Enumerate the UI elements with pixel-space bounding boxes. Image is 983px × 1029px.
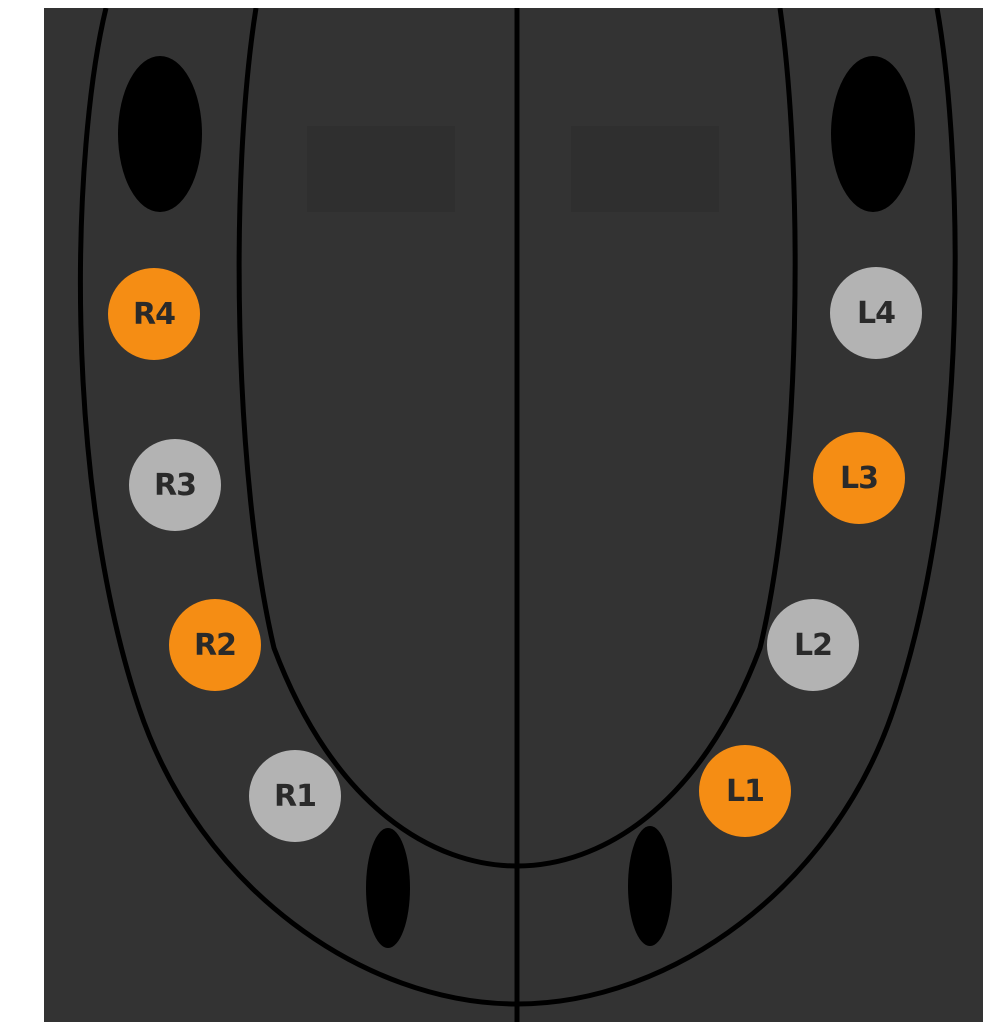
left-rear-oval xyxy=(831,56,915,212)
sensor-r1[interactable]: R1 xyxy=(249,750,341,842)
sensor-l2[interactable]: L2 xyxy=(767,599,859,691)
right-zone-label xyxy=(307,126,455,212)
right-rear-oval xyxy=(118,56,202,212)
sensor-r3[interactable]: R3 xyxy=(129,439,221,531)
sensor-l3[interactable]: L3 xyxy=(813,432,905,524)
sensor-l1[interactable]: L1 xyxy=(699,745,791,837)
sensor-l4[interactable]: L4 xyxy=(830,267,922,359)
arch-map-panel: R4 R3 R2 R1 L4 L3 L2 L1 xyxy=(44,8,983,1022)
right-front-oval xyxy=(366,828,410,948)
sensor-r4[interactable]: R4 xyxy=(108,268,200,360)
left-front-oval xyxy=(628,826,672,946)
left-zone-label xyxy=(571,126,719,212)
sensor-r2[interactable]: R2 xyxy=(169,599,261,691)
